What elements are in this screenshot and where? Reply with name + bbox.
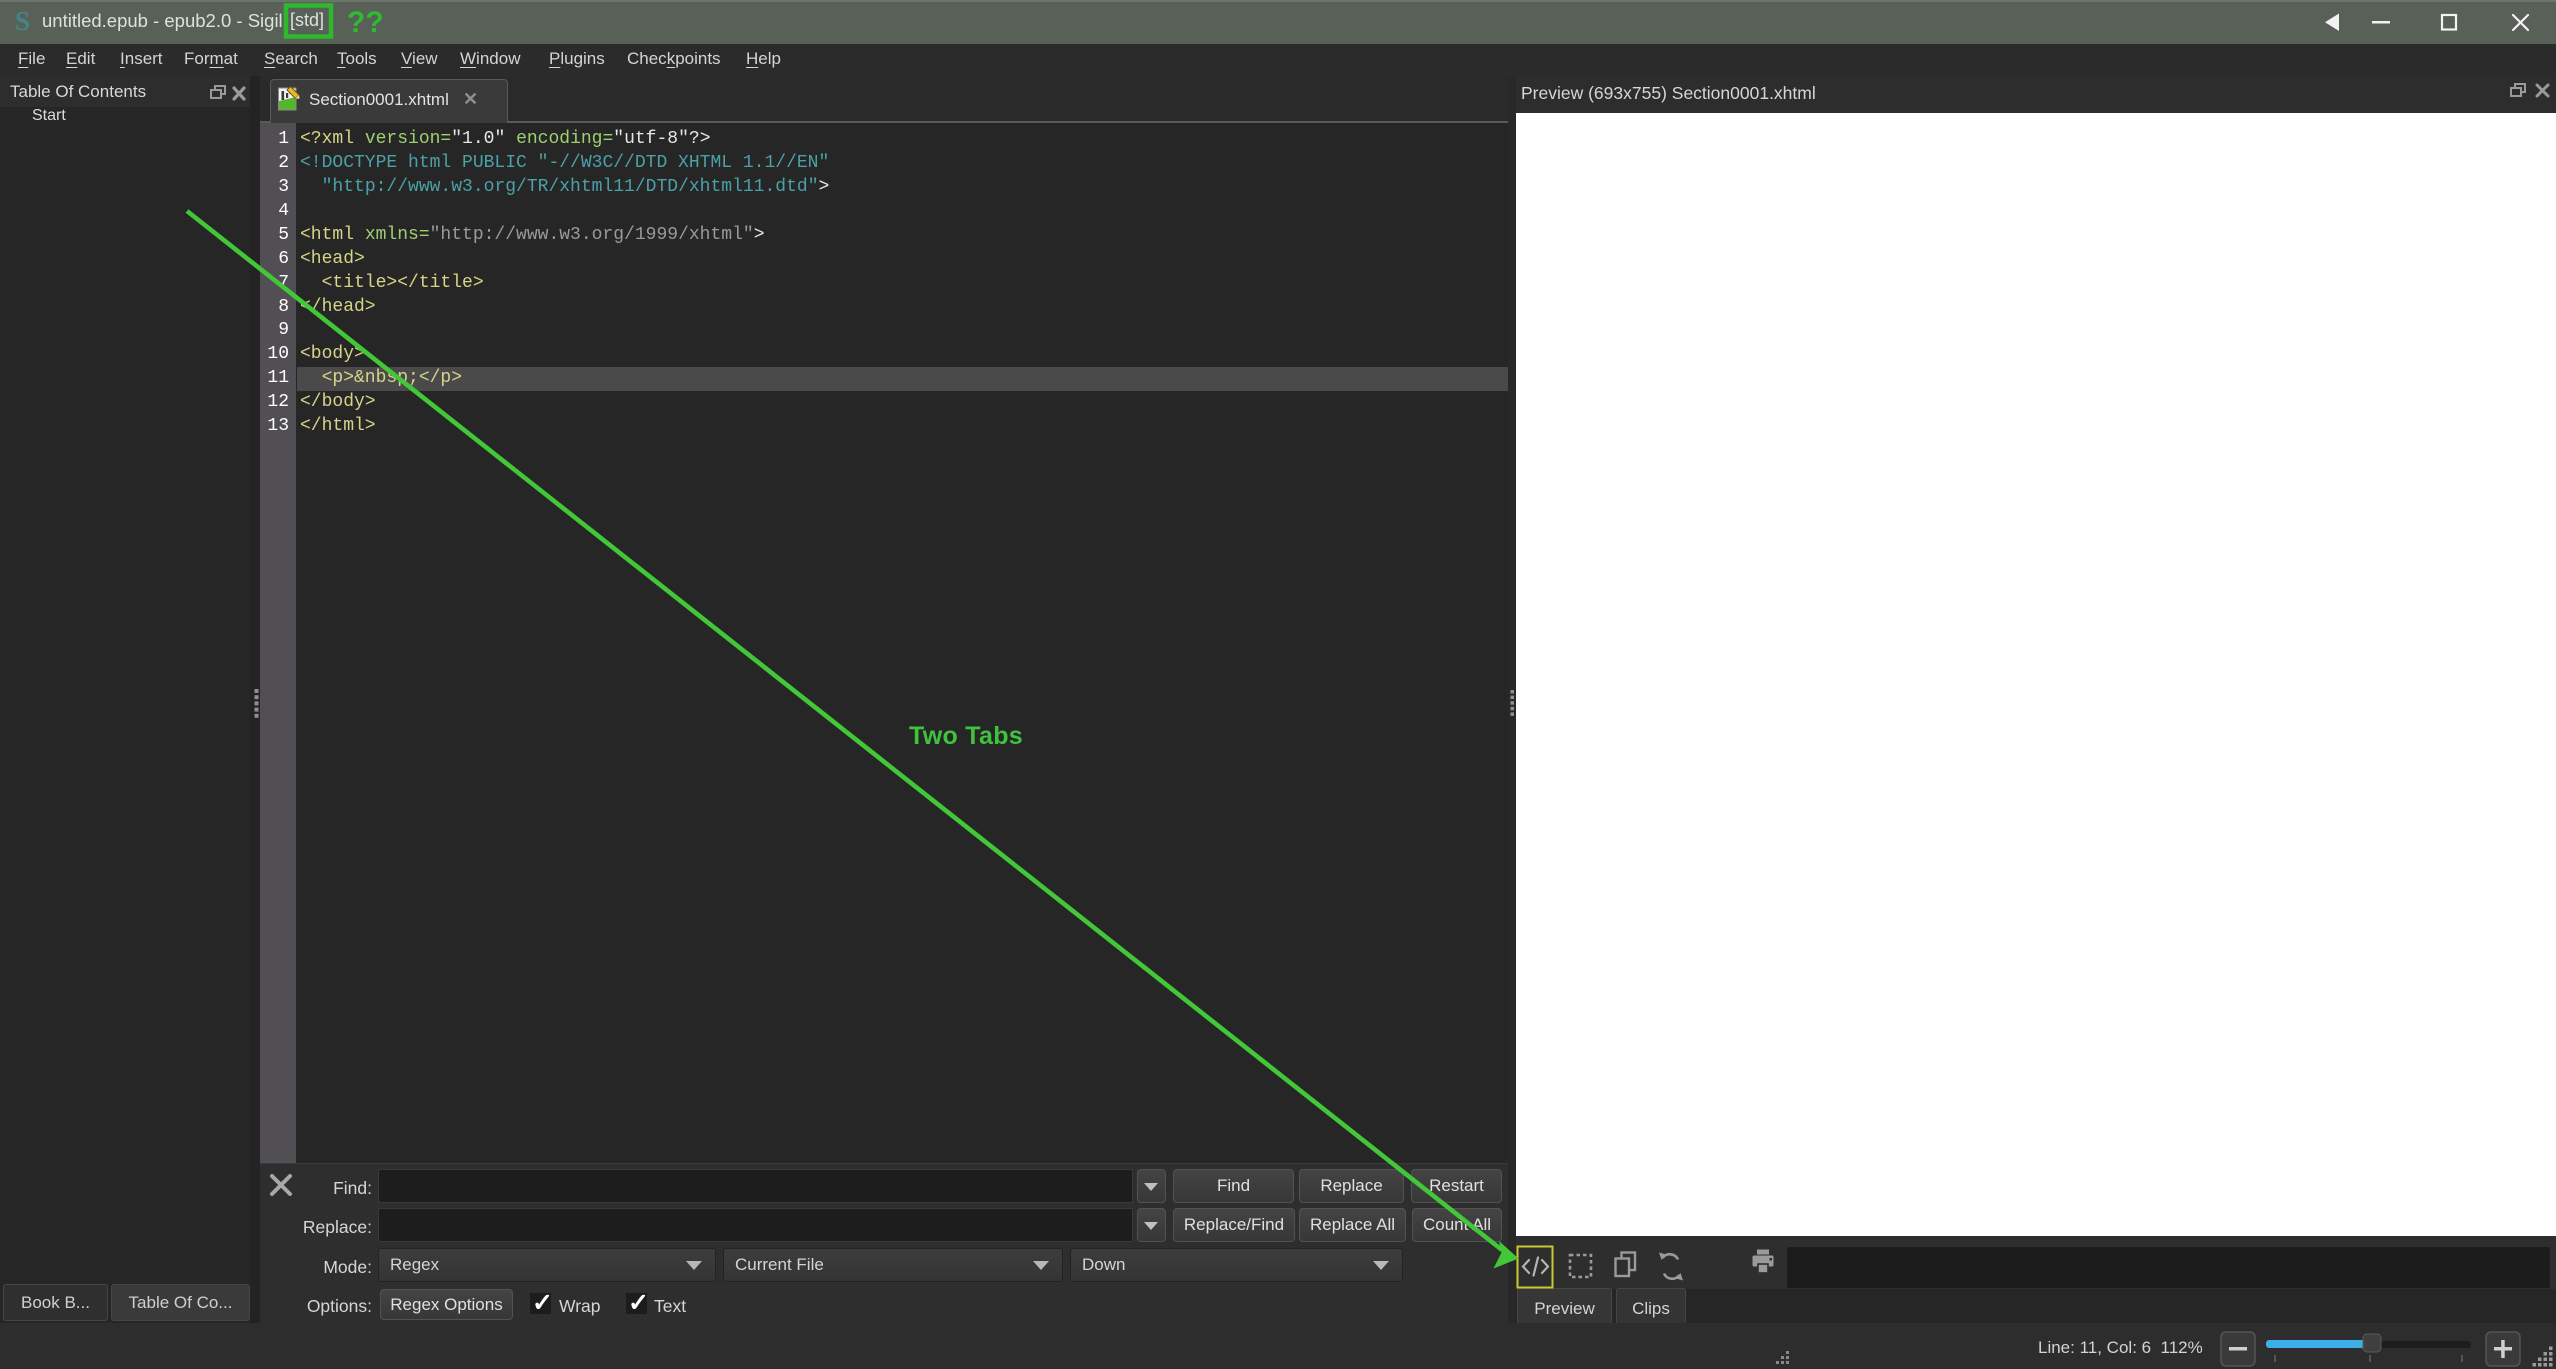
svg-text:??: ?? xyxy=(347,6,384,39)
svg-text:Two Tabs: Two Tabs xyxy=(909,722,1023,750)
